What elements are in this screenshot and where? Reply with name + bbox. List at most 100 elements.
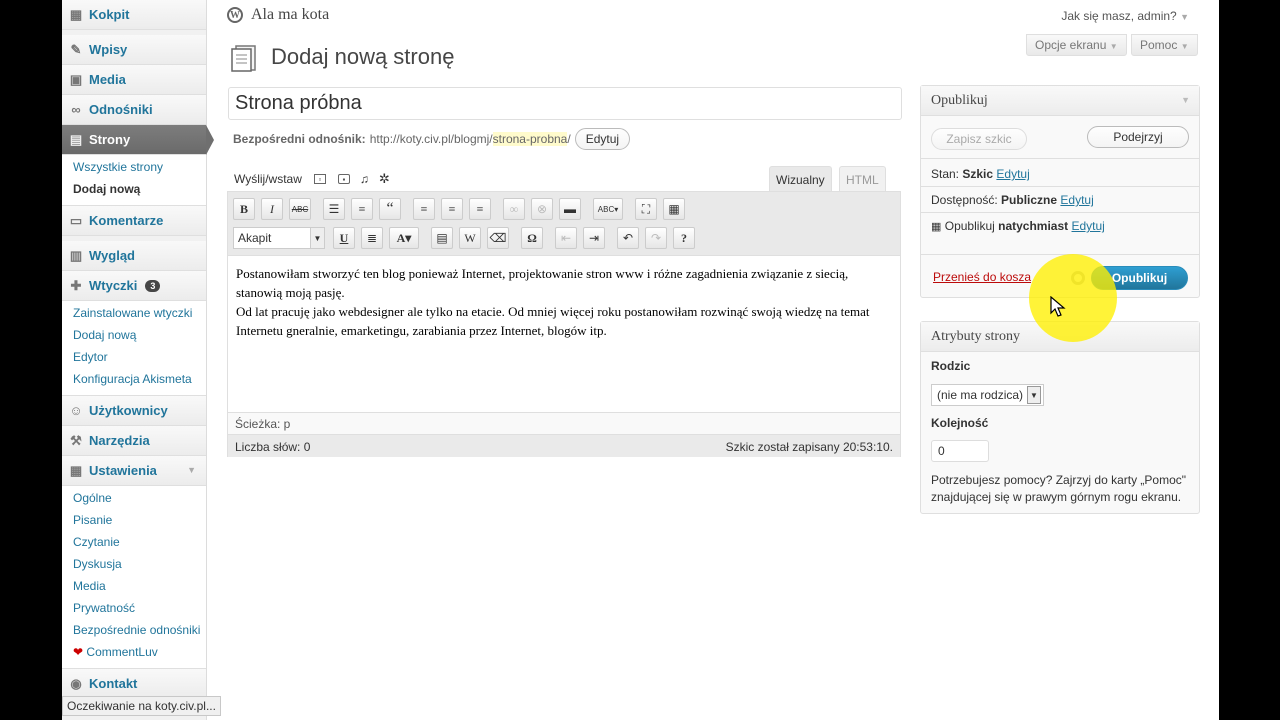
media-buttons: Wyślij/wstaw ▫ ▪ ♫ ✲: [234, 171, 390, 187]
sidebar-item-narzedzia[interactable]: ⚒ Narzędzia: [62, 426, 206, 456]
cursor-highlight: [1029, 254, 1117, 342]
add-video-icon[interactable]: ▪: [337, 174, 350, 184]
users-icon: ☺: [69, 403, 83, 418]
bold-button[interactable]: B: [233, 198, 255, 220]
edit-status-link[interactable]: Edytuj: [996, 167, 1029, 181]
submenu-writing[interactable]: Pisanie: [62, 510, 206, 532]
visibility-row: Dostępność: Publiczne Edytuj: [931, 193, 1094, 207]
clear-formatting-button[interactable]: ⌫: [487, 227, 509, 249]
add-media-icon[interactable]: ✲: [379, 171, 390, 187]
spellcheck-button[interactable]: ABC▾: [593, 198, 623, 220]
submenu-editor[interactable]: Edytor: [62, 347, 206, 369]
help-icon[interactable]: ?: [673, 227, 695, 249]
sidebar-item-strony[interactable]: ▤ Strony: [62, 125, 214, 155]
parent-select[interactable]: (nie ma rodzica) ▼: [931, 384, 1044, 406]
sidebar-item-media[interactable]: ▣ Media: [62, 65, 206, 95]
site-title[interactable]: W Ala ma kota: [227, 6, 329, 24]
submenu-all-pages[interactable]: Wszystkie strony: [62, 157, 206, 179]
chevron-down-icon: ▼: [1181, 95, 1190, 105]
link-icon: ∞: [71, 102, 81, 117]
outdent-button[interactable]: ⇤: [555, 227, 577, 249]
submenu-reading[interactable]: Czytanie: [62, 532, 206, 554]
paste-text-button[interactable]: ▤: [431, 227, 453, 249]
add-audio-icon[interactable]: ♫: [360, 172, 369, 186]
numbered-list-button[interactable]: ≡: [351, 198, 373, 220]
page-title-input[interactable]: Strona próbna: [228, 87, 902, 120]
kitchen-sink-button[interactable]: ▦: [663, 198, 685, 220]
justify-button[interactable]: ≣: [361, 227, 383, 249]
sidebar-item-wtyczki[interactable]: ✚ Wtyczki 3: [62, 271, 206, 301]
page-icon: [231, 45, 256, 72]
pin-icon: ✎: [70, 41, 82, 57]
edit-visibility-link[interactable]: Edytuj: [1060, 193, 1093, 207]
more-tag-button[interactable]: ▬: [559, 198, 581, 220]
sidebar-item-kontakt[interactable]: ◉ Kontakt: [62, 669, 206, 699]
submenu-installed-plugins[interactable]: Zainstalowane wtyczki: [62, 303, 206, 325]
submenu-commentluv[interactable]: ❤ CommentLuv: [62, 642, 206, 664]
strikethrough-button[interactable]: ABC: [289, 198, 311, 220]
edit-permalink-button[interactable]: Edytuj: [574, 128, 631, 150]
preview-button[interactable]: Podejrzyj: [1087, 126, 1189, 148]
editor-status-bar: Liczba słów: 0 Szkic został zapisany 20:…: [228, 434, 900, 457]
italic-button[interactable]: I: [261, 198, 283, 220]
tab-visual[interactable]: Wizualny: [769, 166, 832, 192]
editor-path: Ścieżka: p: [228, 412, 900, 434]
permalink-row: Bezpośredni odnośnik: http://koty.civ.pl…: [233, 128, 631, 150]
unlink-button[interactable]: ⊗: [531, 198, 553, 220]
sidebar-item-odnosniki[interactable]: ∞ Odnośniki: [62, 95, 206, 125]
insert-link-button[interactable]: ∞: [503, 198, 525, 220]
wtyczki-submenu: Zainstalowane wtyczki Dodaj nową Edytor …: [62, 301, 206, 396]
submenu-add-new-page[interactable]: Dodaj nową: [62, 179, 206, 201]
paste-word-button[interactable]: W: [459, 227, 481, 249]
sidebar-item-ustawienia[interactable]: ▦ Ustawienia ▼: [62, 456, 206, 486]
edit-schedule-link[interactable]: Edytuj: [1072, 219, 1105, 233]
undo-button[interactable]: ↶: [617, 227, 639, 249]
align-center-button[interactable]: ≡: [441, 198, 463, 220]
schedule-row: ▦ Opublikuj natychmiast Edytuj: [931, 219, 1105, 233]
help-button[interactable]: Pomoc ▼: [1131, 34, 1198, 56]
order-input[interactable]: 0: [931, 440, 989, 462]
permalink-slug[interactable]: strona-probna: [492, 132, 568, 146]
indent-button[interactable]: ⇥: [583, 227, 605, 249]
fullscreen-button[interactable]: ⛶: [635, 198, 657, 220]
tab-html[interactable]: HTML: [839, 166, 886, 192]
submenu-media-settings[interactable]: Media: [62, 576, 206, 598]
sidebar-item-uzytkownicy[interactable]: ☺ Użytkownicy: [62, 396, 206, 426]
blockquote-button[interactable]: “: [379, 198, 401, 220]
special-char-button[interactable]: Ω: [521, 227, 543, 249]
tools-icon: ⚒: [70, 432, 82, 448]
attributes-help-text: Potrzebujesz pomocy? Zajrzyj do karty „P…: [931, 473, 1187, 504]
underline-button[interactable]: U: [333, 227, 355, 249]
redo-button[interactable]: ↷: [645, 227, 667, 249]
submenu-privacy[interactable]: Prywatność: [62, 598, 206, 620]
page-icon: ▤: [69, 131, 83, 147]
plugin-update-badge: 3: [145, 279, 161, 292]
sidebar-item-kokpit[interactable]: ▦ Kokpit: [62, 0, 206, 30]
submenu-akismet[interactable]: Konfiguracja Akismeta: [62, 369, 206, 391]
sidebar-item-wyglad[interactable]: ▥ Wygląd: [62, 241, 206, 271]
parent-label: Rodzic: [931, 359, 971, 373]
submenu-add-plugin[interactable]: Dodaj nową: [62, 325, 206, 347]
editor-content[interactable]: Postanowiłam stworzyć ten blog ponieważ …: [228, 255, 900, 412]
user-greeting[interactable]: Jak się masz, admin? ▼: [1061, 9, 1189, 23]
chevron-down-icon: ▼: [1109, 42, 1118, 51]
save-draft-button[interactable]: Zapisz szkic: [931, 128, 1027, 150]
format-select[interactable]: Akapit ▼: [233, 227, 325, 249]
move-to-trash-link[interactable]: Przenieś do kosza: [933, 270, 1031, 284]
sidebar-item-komentarze[interactable]: ▭ Komentarze: [62, 206, 206, 236]
submenu-discussion[interactable]: Dyskusja: [62, 554, 206, 576]
sidebar-item-wpisy[interactable]: ✎ Wpisy: [62, 35, 206, 65]
align-right-button[interactable]: ≡: [469, 198, 491, 220]
page-title: Dodaj nową stronę: [271, 44, 455, 69]
add-image-icon[interactable]: ▫: [313, 174, 326, 184]
submenu-permalinks[interactable]: Bezpośrednie odnośniki: [62, 620, 206, 642]
screen-options-button[interactable]: Opcje ekranu ▼: [1026, 34, 1127, 56]
editor-toolbar-row-2: Akapit ▼ U ≣ A▾ ▤ W ⌫ Ω ⇤ ⇥ ↶ ↷ ?: [233, 225, 701, 251]
text-color-button[interactable]: A▾: [389, 227, 419, 249]
publish-box-title[interactable]: Opublikuj ▼: [921, 86, 1199, 116]
submenu-general[interactable]: Ogólne: [62, 488, 206, 510]
calendar-icon: ▦: [931, 221, 942, 233]
align-left-button[interactable]: ≡: [413, 198, 435, 220]
bullet-list-button[interactable]: ☰: [323, 198, 345, 220]
chevron-down-icon: ▼: [1027, 386, 1041, 404]
